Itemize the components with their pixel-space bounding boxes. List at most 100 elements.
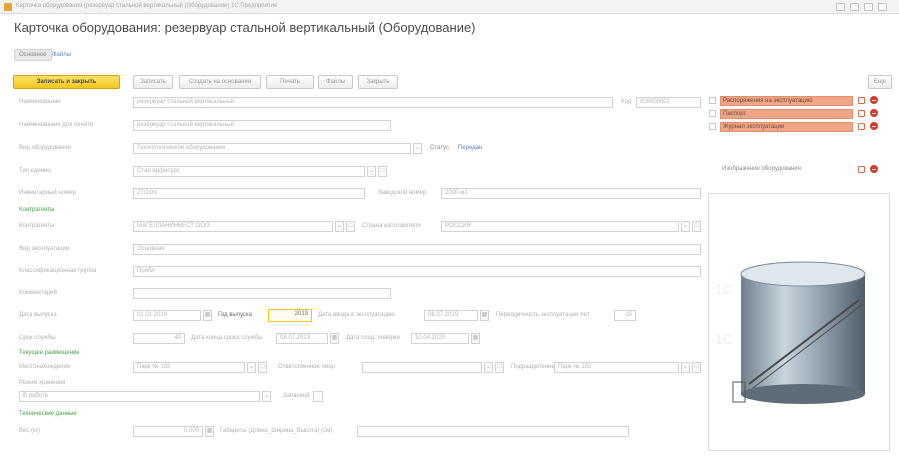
serial-field[interactable]: 2000-м1 [441,188,701,199]
link-journal[interactable]: Журнал эксплуатации [720,122,853,132]
name-field[interactable]: резервуар стальной вертикальный [133,97,613,108]
app-icon [4,3,12,11]
service-end-label: Дата конца срока службы [191,335,263,341]
state-field[interactable]: В работе [19,391,260,402]
release-date-field[interactable]: 01.01.2019 [133,310,201,321]
window-title: Карточка оборудования (резервуар стально… [16,3,278,9]
dept-field[interactable]: Парк № 102 [554,362,679,373]
spare-checkbox[interactable] [313,391,323,402]
next-check-calendar-icon[interactable]: ▦ [471,333,480,344]
dept-open[interactable]: □ [692,362,701,373]
image-delete-icon[interactable] [870,165,878,173]
equip-type-field[interactable]: Технологическое оборудование [133,143,411,154]
contractor-label: Контрагенты [19,223,55,229]
location-dropdown[interactable]: ⌄ [247,362,256,373]
type-open[interactable]: □ [378,166,387,177]
release-year-label: Год выпуска [218,312,252,318]
close-icon[interactable] [878,3,887,11]
tab-files[interactable]: Файлы [52,52,71,58]
state-dropdown[interactable]: ⌄ [262,391,271,402]
svg-text:1С: 1С [715,281,733,297]
save-button[interactable]: Записать [133,75,173,89]
name-label: Наименование [19,99,61,105]
print-name-field[interactable]: резервуар стальной вертикальный [133,120,391,131]
type-label: Тип единиц [19,168,51,174]
responsible-dropdown[interactable]: ⌄ [484,362,493,373]
commission-calendar-icon[interactable]: ▦ [480,310,489,321]
minimize-icon[interactable] [836,3,845,11]
contractor-section: Контрагенты [19,207,55,213]
responsible-field[interactable] [362,362,482,373]
service-end-calendar-icon[interactable]: ▦ [330,333,339,344]
delete-icon[interactable] [870,109,878,117]
inv-label: Инвентарный номер [19,190,76,196]
maximize-icon[interactable] [850,3,859,11]
edit-icon[interactable] [858,123,865,130]
group-label: Классификационная группа [19,268,97,274]
svg-text:1С: 1С [715,331,733,347]
weight-field[interactable]: 0,000 [133,426,203,437]
location-open[interactable]: □ [258,362,267,373]
image-edit-icon[interactable] [858,166,865,173]
usage-field[interactable]: Основная [133,244,701,255]
files-button[interactable]: Файлы [318,75,353,89]
status-label: Статус [430,145,449,151]
equip-type-label: Вид оборудования [19,145,71,151]
contractor-dropdown[interactable]: ⌄ [335,221,344,232]
restore-icon[interactable] [864,3,873,11]
commission-date-field[interactable]: 08.07.2019 [424,310,478,321]
close-button[interactable]: Закрыть [358,75,398,89]
contractor-field[interactable]: МАГЕЛЛАНИНВЕСТ ООО [133,221,333,232]
type-dropdown[interactable]: ⌄ [367,166,376,177]
type-field[interactable]: Стар ед/ресурс [133,166,365,177]
dept-dropdown[interactable]: ⌄ [681,362,690,373]
commission-label: Дата ввода в эксплуатацию [318,312,395,318]
contractor-open[interactable]: □ [346,221,355,232]
responsible-open[interactable]: □ [495,362,504,373]
window-titlebar: Карточка оборудования (резервуар стально… [0,0,899,14]
status-link[interactable]: Передан [458,145,482,151]
equip-type-dropdown[interactable]: ⌄ [413,143,422,154]
page-title: Карточка оборудования: резервуар стально… [14,20,476,35]
link-checkbox-journal[interactable] [709,123,716,130]
link-checkbox-passport[interactable] [709,110,716,117]
country-dropdown[interactable]: ⌄ [681,221,690,232]
link-orders[interactable]: Распоряжения на эксплуатацию [720,96,853,106]
comment-label: Комментарий [19,290,57,296]
comment-field[interactable] [133,288,391,299]
location-field[interactable]: Парк № 102 [133,362,245,373]
code-label: Код [621,99,632,105]
inv-field[interactable]: 27/1хxx [133,188,365,199]
service-field[interactable]: 40 [133,333,185,344]
release-calendar-icon[interactable]: ▦ [203,310,212,321]
weight-calc-icon[interactable]: ▦ [205,426,214,437]
edit-icon[interactable] [858,97,865,104]
edit-icon[interactable] [858,110,865,117]
country-open[interactable]: □ [692,221,701,232]
period-field[interactable]: 15 [614,310,636,321]
release-year-field[interactable]: 2019 [268,309,312,322]
create-based-button[interactable]: Создать на основании [179,75,261,89]
location-label: Местонахождение [19,364,71,370]
spare-label: Запасной [283,393,310,399]
more-button[interactable]: Еще [868,75,892,89]
state-label: Режим хранения [19,380,66,386]
country-label: Страна изготовителя [362,223,421,229]
next-check-field[interactable]: 10.04.2020 [411,333,469,344]
save-close-button[interactable]: Записать и закрыть [13,75,120,89]
tab-main[interactable]: Основное [14,49,52,61]
link-checkbox-orders[interactable] [709,97,716,104]
usage-label: Вид эксплуатации [19,246,70,252]
code-field[interactable]: 000000002 [636,97,701,108]
print-button[interactable]: Печать [266,75,314,89]
delete-icon[interactable] [870,122,878,130]
service-label: Срок службы [19,335,56,341]
service-end-field[interactable]: 08.07.2023 [276,333,328,344]
group-field[interactable]: Прибл [133,266,701,277]
tank-image: 1С 1С [715,261,866,404]
period-label: Периодичность эксплуатации лет [496,312,590,318]
delete-icon[interactable] [870,96,878,104]
country-field[interactable]: РОССИЯ [441,221,679,232]
link-passport[interactable]: Паспорт [720,109,853,119]
dims-field[interactable] [357,426,629,437]
